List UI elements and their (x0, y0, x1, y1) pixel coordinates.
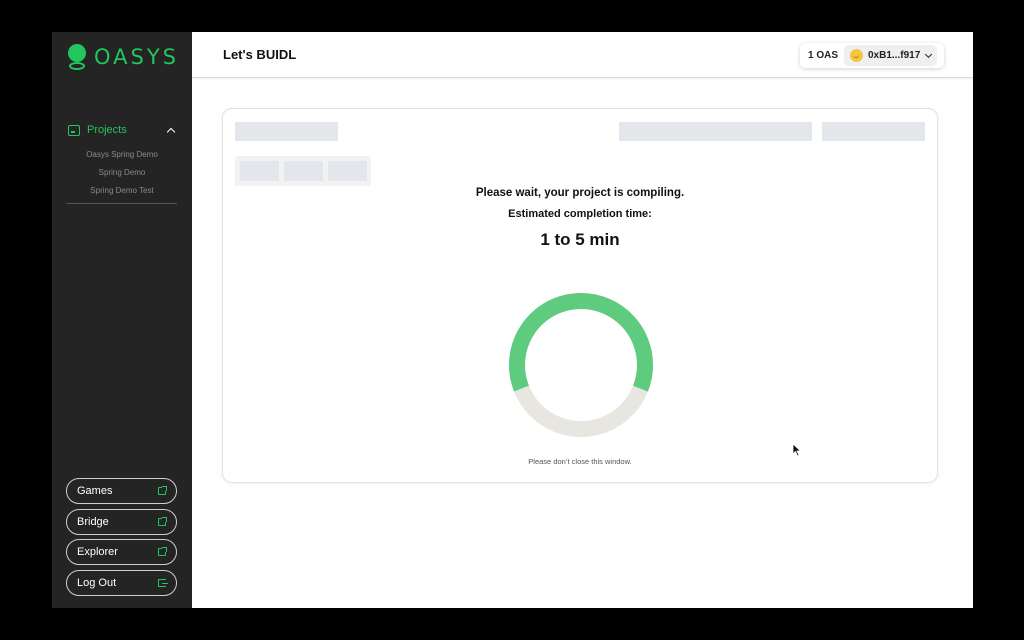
logo-text: OASYS (94, 45, 180, 69)
close-warning: Please don’t close this window. (528, 457, 632, 466)
eta-value: 1 to 5 min (540, 230, 620, 249)
page-title: Let's BUIDL (223, 47, 297, 62)
skeleton-button (822, 122, 925, 141)
games-label: Games (77, 485, 113, 497)
compile-card: Please wait, your project is compiling. … (222, 108, 938, 483)
wallet-address: 0xB1...f917 (868, 50, 921, 61)
skeleton-tab (284, 161, 323, 181)
explorer-label: Explorer (77, 546, 118, 558)
top-header: Let's BUIDL 1 OAS 0xB1...f917 (192, 32, 973, 78)
external-link-icon (158, 486, 167, 495)
sidebar: OASYS Projects Oasys Spring Demo Spring … (52, 32, 192, 608)
progress-fill (509, 293, 653, 437)
avatar-icon (850, 49, 863, 62)
logout-button[interactable]: Log Out (66, 570, 177, 596)
projects-section-toggle[interactable]: Projects (68, 124, 176, 136)
explorer-button[interactable]: Explorer (66, 539, 177, 565)
project-list: Oasys Spring Demo Spring Demo Spring Dem… (66, 148, 178, 202)
app-window: OASYS Projects Oasys Spring Demo Spring … (52, 32, 973, 608)
bridge-label: Bridge (77, 516, 109, 528)
chevron-up-icon (166, 127, 176, 136)
skeleton-tab (328, 161, 367, 181)
eta-label: Estimated completion time: (508, 208, 652, 220)
chevron-down-icon (925, 50, 933, 58)
games-button[interactable]: Games (66, 478, 177, 504)
mouse-cursor-icon (792, 443, 802, 457)
divider (66, 203, 177, 204)
project-item[interactable]: Spring Demo Test (66, 184, 178, 202)
wallet-widget: 1 OAS 0xB1...f917 (800, 43, 944, 68)
account-dropdown[interactable]: 0xB1...f917 (844, 45, 938, 66)
external-link-icon (158, 547, 167, 556)
skeleton-tab (240, 161, 279, 181)
compile-message: Please wait, your project is compiling. (475, 187, 685, 199)
progress-ring (509, 293, 653, 437)
skeleton-field (619, 122, 812, 141)
project-item[interactable]: Spring Demo (66, 166, 178, 184)
oasys-logo-icon (67, 44, 87, 70)
projects-label: Projects (87, 124, 127, 136)
skeleton-title (235, 122, 338, 141)
external-link-icon (158, 517, 167, 526)
folder-icon (68, 124, 80, 136)
bridge-button[interactable]: Bridge (66, 509, 177, 535)
project-item[interactable]: Oasys Spring Demo (66, 148, 178, 166)
logo[interactable]: OASYS (67, 44, 179, 70)
balance: 1 OAS (808, 50, 839, 61)
logout-icon (158, 579, 168, 587)
logout-label: Log Out (77, 577, 117, 589)
